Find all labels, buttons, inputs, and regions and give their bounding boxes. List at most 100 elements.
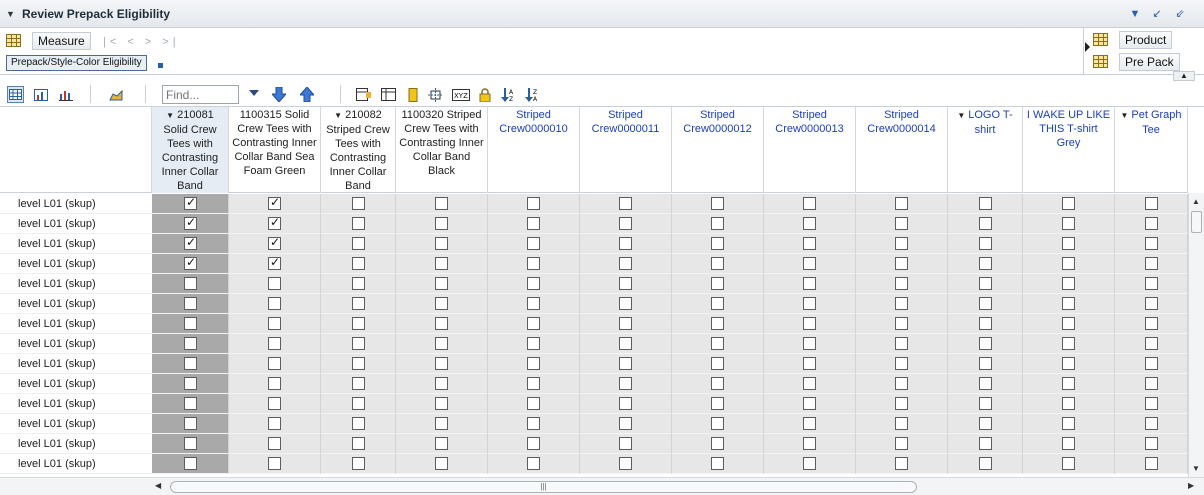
eligibility-checkbox[interactable] <box>268 297 281 310</box>
eligibility-checkbox[interactable] <box>527 297 540 310</box>
eligibility-checkbox[interactable] <box>979 377 992 390</box>
eligibility-checkbox[interactable] <box>619 257 632 270</box>
horizontal-scroll-thumb[interactable]: ||| <box>170 481 917 493</box>
eligibility-checkbox[interactable] <box>352 257 365 270</box>
eligibility-checkbox[interactable] <box>711 437 724 450</box>
eligibility-checkbox[interactable] <box>1145 197 1158 210</box>
eligibility-checkbox[interactable] <box>527 197 540 210</box>
eligibility-checkbox[interactable] <box>1145 357 1158 370</box>
eligibility-checkbox[interactable] <box>184 317 197 330</box>
measure-table-icon[interactable] <box>6 34 21 47</box>
eligibility-checkbox[interactable] <box>979 357 992 370</box>
eligibility-checkbox[interactable] <box>979 417 992 430</box>
eligibility-checkbox[interactable] <box>527 337 540 350</box>
eligibility-checkbox[interactable] <box>268 377 281 390</box>
area-chart-icon[interactable] <box>108 86 125 103</box>
eligibility-checkbox[interactable] <box>1062 257 1075 270</box>
eligibility-checkbox[interactable] <box>895 237 908 250</box>
eligibility-checkbox[interactable] <box>1062 277 1075 290</box>
eligibility-checkbox[interactable] <box>435 297 448 310</box>
column-header-4[interactable]: 1100320 Striped Crew Tees with Contrasti… <box>396 107 488 193</box>
eligibility-checkbox[interactable] <box>895 217 908 230</box>
eligibility-checkbox[interactable] <box>895 337 908 350</box>
eligibility-checkbox[interactable] <box>435 337 448 350</box>
vertical-scrollbar[interactable]: ▲ ▼ <box>1188 193 1204 477</box>
eligibility-checkbox[interactable] <box>895 397 908 410</box>
expand-caret-icon[interactable]: ▼ <box>334 111 342 120</box>
eligibility-checkbox[interactable] <box>895 437 908 450</box>
highlight-icon[interactable] <box>404 86 421 103</box>
eligibility-checkbox[interactable] <box>1062 457 1075 470</box>
eligibility-checkbox[interactable] <box>184 357 197 370</box>
eligibility-checkbox[interactable] <box>268 437 281 450</box>
eligibility-checkbox[interactable] <box>711 297 724 310</box>
eligibility-checkbox[interactable] <box>711 217 724 230</box>
eligibility-checkbox[interactable] <box>803 197 816 210</box>
eligibility-checkbox[interactable] <box>895 297 908 310</box>
scroll-up-icon[interactable]: ▲ <box>1192 197 1200 206</box>
eligibility-checkbox[interactable] <box>435 257 448 270</box>
eligibility-checkbox[interactable] <box>619 337 632 350</box>
xyz-icon[interactable]: XYZ <box>451 86 470 103</box>
scroll-right-icon[interactable]: ▶ <box>1188 481 1194 490</box>
split-view-icon[interactable] <box>427 86 444 103</box>
show-hide-columns-icon[interactable] <box>355 86 372 103</box>
eligibility-checkbox[interactable] <box>527 457 540 470</box>
eligibility-checkbox[interactable] <box>711 317 724 330</box>
eligibility-checkbox[interactable] <box>803 297 816 310</box>
eligibility-checkbox[interactable] <box>619 217 632 230</box>
eligibility-checkbox[interactable] <box>268 277 281 290</box>
eligibility-checkbox[interactable] <box>527 417 540 430</box>
expand-caret-icon[interactable]: ▼ <box>957 111 965 120</box>
eligibility-checkbox[interactable] <box>352 317 365 330</box>
eligibility-checkbox[interactable] <box>1145 337 1158 350</box>
row-dimension-chip[interactable]: Prepack/Style-Color Eligibility <box>6 55 147 71</box>
eligibility-checkbox[interactable] <box>184 235 197 250</box>
eligibility-checkbox[interactable] <box>435 217 448 230</box>
eligibility-checkbox[interactable] <box>435 397 448 410</box>
grid-chart-view-icon[interactable] <box>32 86 49 103</box>
eligibility-checkbox[interactable] <box>979 197 992 210</box>
collapse-up-icon[interactable]: ▲ <box>1173 71 1195 81</box>
eligibility-checkbox[interactable] <box>527 257 540 270</box>
eligibility-checkbox[interactable] <box>619 277 632 290</box>
eligibility-checkbox[interactable] <box>803 337 816 350</box>
measure-button[interactable]: Measure <box>32 32 91 50</box>
eligibility-checkbox[interactable] <box>184 215 197 230</box>
eligibility-checkbox[interactable] <box>1062 317 1075 330</box>
column-header-12[interactable]: ▼ Pet Graph Tee <box>1115 107 1188 193</box>
eligibility-checkbox[interactable] <box>619 437 632 450</box>
eligibility-checkbox[interactable] <box>803 457 816 470</box>
horizontal-scrollbar[interactable]: ◀ ||| ▶ <box>0 477 1204 495</box>
eligibility-checkbox[interactable] <box>1145 297 1158 310</box>
collapse-caret-icon[interactable]: ▼ <box>6 9 15 19</box>
eligibility-checkbox[interactable] <box>268 255 281 270</box>
eligibility-checkbox[interactable] <box>619 357 632 370</box>
eligibility-checkbox[interactable] <box>435 357 448 370</box>
eligibility-checkbox[interactable] <box>352 277 365 290</box>
lock-icon[interactable] <box>476 86 493 103</box>
eligibility-checkbox[interactable] <box>352 357 365 370</box>
eligibility-checkbox[interactable] <box>184 195 197 210</box>
eligibility-checkbox[interactable] <box>1145 397 1158 410</box>
eligibility-checkbox[interactable] <box>803 237 816 250</box>
eligibility-checkbox[interactable] <box>711 377 724 390</box>
eligibility-checkbox[interactable] <box>979 257 992 270</box>
eligibility-checkbox[interactable] <box>184 437 197 450</box>
expand-caret-icon[interactable]: ▼ <box>166 111 174 120</box>
eligibility-checkbox[interactable] <box>979 277 992 290</box>
eligibility-checkbox[interactable] <box>803 277 816 290</box>
eligibility-checkbox[interactable] <box>1062 417 1075 430</box>
eligibility-checkbox[interactable] <box>1145 217 1158 230</box>
column-header-9[interactable]: Striped Crew0000014 <box>856 107 948 193</box>
eligibility-checkbox[interactable] <box>435 437 448 450</box>
eligibility-checkbox[interactable] <box>435 417 448 430</box>
prepack-table-icon[interactable] <box>1093 55 1108 68</box>
eligibility-checkbox[interactable] <box>803 257 816 270</box>
eligibility-checkbox[interactable] <box>435 277 448 290</box>
eligibility-checkbox[interactable] <box>352 237 365 250</box>
eligibility-checkbox[interactable] <box>527 317 540 330</box>
eligibility-checkbox[interactable] <box>619 297 632 310</box>
find-dropdown-icon[interactable] <box>249 90 259 96</box>
column-header-3[interactable]: ▼ 210082 Striped Crew Tees with Contrasti… <box>321 107 396 193</box>
